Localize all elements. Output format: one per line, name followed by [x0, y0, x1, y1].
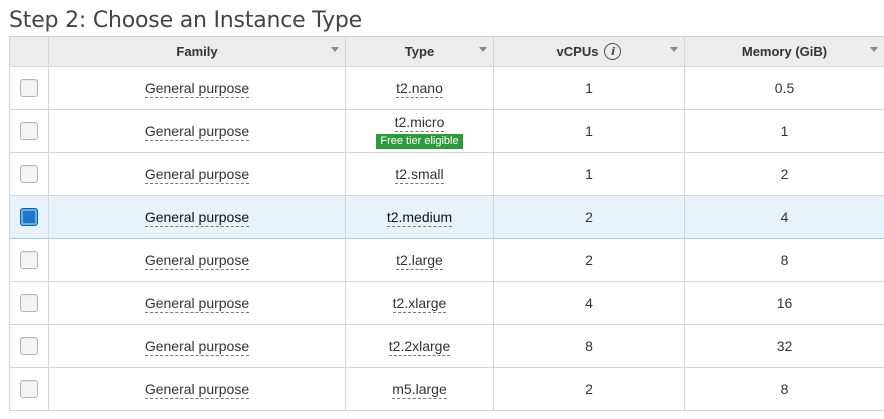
type-cell: t2.large	[345, 238, 494, 282]
sort-icon[interactable]	[870, 47, 878, 52]
instance-type-table: Family Type vCPUs i Memory (GiB) General …	[9, 36, 884, 411]
table-header-row: Family Type vCPUs i Memory (GiB)	[9, 36, 884, 67]
type-cell: t2.nano	[345, 66, 494, 110]
row-select-cell	[9, 367, 49, 411]
type-label[interactable]: t2.small	[395, 165, 444, 184]
vcpus-cell: 2	[493, 195, 685, 239]
memory-cell: 32	[684, 324, 884, 368]
family-cell: General purpose	[48, 109, 346, 153]
memory-cell: 0.5	[684, 66, 884, 110]
table-row[interactable]: General purpose t2.micro Free tier eligib…	[9, 109, 884, 153]
type-cell: m5.large	[345, 367, 494, 411]
table-row[interactable]: General purpose t2.xlarge 4 16	[9, 281, 884, 325]
row-checkbox[interactable]	[20, 337, 38, 356]
type-label[interactable]: t2.2xlarge	[388, 337, 451, 356]
row-checkbox[interactable]	[20, 208, 38, 227]
column-header-label: Family	[176, 44, 218, 59]
memory-cell: 8	[684, 238, 884, 282]
row-select-cell	[9, 152, 49, 196]
memory-cell: 2	[684, 152, 884, 196]
memory-cell: 4	[684, 195, 884, 239]
type-cell: t2.xlarge	[345, 281, 494, 325]
family-cell: General purpose	[48, 195, 346, 239]
column-header-family[interactable]: Family	[48, 36, 346, 67]
family-cell: General purpose	[48, 324, 346, 368]
vcpus-cell: 2	[493, 367, 685, 411]
family-cell: General purpose	[48, 66, 346, 110]
type-label[interactable]: t2.micro	[394, 113, 445, 132]
family-label[interactable]: General purpose	[144, 338, 250, 356]
memory-cell: 16	[684, 281, 884, 325]
type-cell: t2.micro Free tier eligible	[345, 109, 494, 153]
free-tier-badge: Free tier eligible	[376, 133, 463, 149]
table-row[interactable]: General purpose t2.large 2 8	[9, 238, 884, 282]
sort-icon[interactable]	[331, 47, 339, 52]
row-checkbox[interactable]	[20, 122, 38, 141]
type-label[interactable]: t2.large	[396, 251, 443, 270]
table-row[interactable]: General purpose t2.medium 2 4	[9, 195, 884, 239]
family-label[interactable]: General purpose	[144, 295, 250, 313]
family-label[interactable]: General purpose	[144, 209, 250, 227]
memory-cell: 8	[684, 367, 884, 411]
type-cell: t2.medium	[345, 195, 494, 239]
table-row[interactable]: General purpose t2.nano 1 0.5	[9, 66, 884, 110]
family-cell: General purpose	[48, 238, 346, 282]
family-label[interactable]: General purpose	[144, 123, 250, 141]
type-cell: t2.small	[345, 152, 494, 196]
family-label[interactable]: General purpose	[144, 381, 250, 399]
vcpus-cell: 1	[493, 109, 685, 153]
family-label[interactable]: General purpose	[144, 166, 250, 184]
family-label[interactable]: General purpose	[144, 80, 250, 98]
column-header-vcpus[interactable]: vCPUs i	[493, 36, 685, 67]
column-header-label: vCPUs	[556, 44, 599, 59]
info-icon[interactable]: i	[604, 43, 622, 60]
type-label[interactable]: t2.nano	[396, 79, 443, 98]
row-select-cell	[9, 324, 49, 368]
type-label[interactable]: m5.large	[392, 380, 447, 399]
vcpus-cell: 8	[493, 324, 685, 368]
column-header-label: Type	[404, 44, 435, 59]
row-select-cell	[9, 66, 49, 110]
row-select-cell	[9, 109, 49, 153]
family-cell: General purpose	[48, 367, 346, 411]
row-checkbox[interactable]	[20, 251, 38, 270]
column-header-label: Memory (GiB)	[741, 44, 828, 59]
page-title: Step 2: Choose an Instance Type	[9, 8, 363, 33]
column-header-type[interactable]: Type	[345, 36, 494, 67]
table-row[interactable]: General purpose t2.2xlarge 8 32	[9, 324, 884, 368]
vcpus-cell: 2	[493, 238, 685, 282]
sort-icon[interactable]	[479, 47, 487, 52]
memory-cell: 1	[684, 109, 884, 153]
table-row[interactable]: General purpose t2.small 1 2	[9, 152, 884, 196]
vcpus-cell: 1	[493, 152, 685, 196]
vcpus-cell: 4	[493, 281, 685, 325]
row-checkbox[interactable]	[20, 380, 38, 399]
row-checkbox[interactable]	[20, 165, 38, 184]
row-checkbox[interactable]	[20, 79, 38, 98]
column-header-memory[interactable]: Memory (GiB)	[684, 36, 884, 67]
family-cell: General purpose	[48, 281, 346, 325]
family-label[interactable]: General purpose	[144, 252, 250, 270]
select-column-header	[9, 36, 49, 67]
row-select-cell	[9, 238, 49, 282]
family-cell: General purpose	[48, 152, 346, 196]
type-label[interactable]: t2.xlarge	[392, 294, 447, 313]
table-row[interactable]: General purpose m5.large 2 8	[9, 367, 884, 411]
row-checkbox[interactable]	[20, 294, 38, 313]
sort-icon[interactable]	[670, 47, 678, 52]
row-select-cell	[9, 195, 49, 239]
type-cell: t2.2xlarge	[345, 324, 494, 368]
type-label[interactable]: t2.medium	[386, 208, 453, 227]
row-select-cell	[9, 281, 49, 325]
vcpus-cell: 1	[493, 66, 685, 110]
